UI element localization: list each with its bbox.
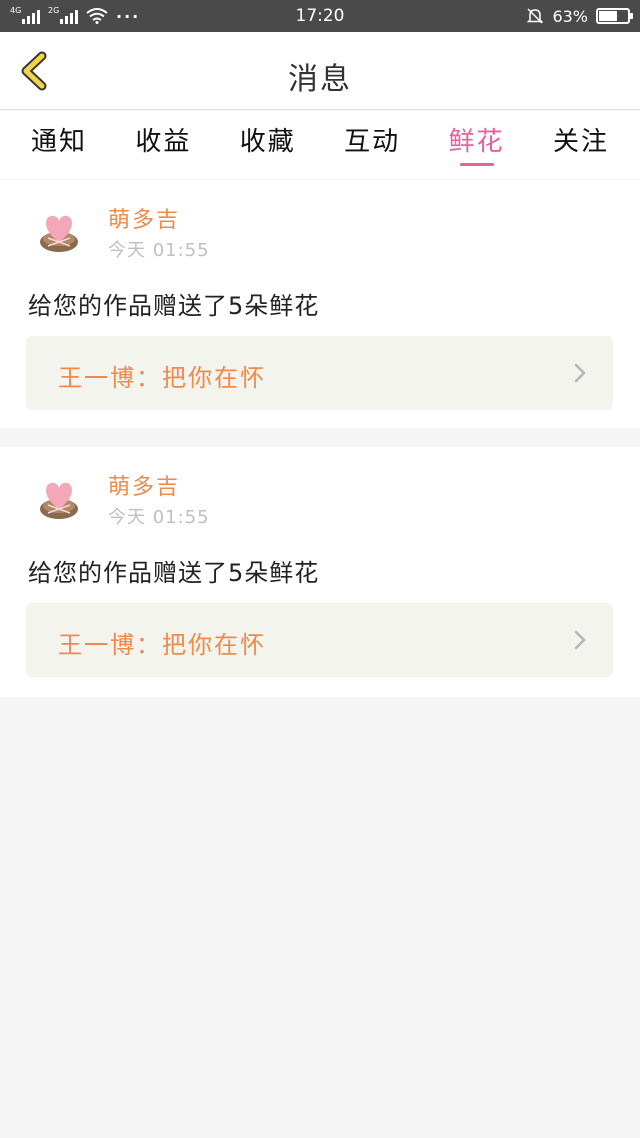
- signal-icon: 4G: [10, 6, 40, 24]
- tab-following[interactable]: 关注: [546, 111, 616, 179]
- notification-timestamp: 今天 01:55: [108, 507, 210, 528]
- work-title: 王一博：把你在怀: [58, 364, 266, 392]
- notification-card: 萌多吉 今天 01:55 给您的作品赠送了5朵鲜花 王一博：把你在怀: [0, 447, 640, 697]
- battery-percent: 63%: [552, 6, 588, 26]
- tab-interactions[interactable]: 互动: [337, 111, 407, 179]
- sender-username[interactable]: 萌多吉: [108, 202, 180, 234]
- notification-message: 给您的作品赠送了5朵鲜花: [28, 559, 320, 587]
- battery-icon: [596, 8, 633, 24]
- tab-earnings[interactable]: 收益: [128, 111, 198, 179]
- tab-flowers[interactable]: 鲜花: [442, 111, 512, 179]
- battery-fill: [599, 11, 617, 21]
- signal-icon: 2G: [48, 6, 78, 24]
- avatar[interactable]: [34, 473, 84, 523]
- tab-notifications[interactable]: 通知: [24, 111, 94, 179]
- sender-username[interactable]: 萌多吉: [108, 469, 180, 501]
- work-link[interactable]: 王一博：把你在怀: [26, 336, 613, 410]
- notification-timestamp: 今天 01:55: [108, 240, 210, 261]
- wifi-icon: [86, 8, 108, 24]
- app-header: 消息: [0, 32, 640, 110]
- bell-off-icon: [527, 8, 544, 24]
- status-left: 4G 2G ···: [10, 6, 526, 26]
- chevron-right-icon: [574, 363, 586, 383]
- page-title: 消息: [288, 62, 352, 97]
- work-link[interactable]: 王一博：把你在怀: [26, 603, 613, 677]
- work-title: 王一博：把你在怀: [58, 631, 266, 659]
- chevron-right-icon: [574, 630, 586, 650]
- notification-message: 给您的作品赠送了5朵鲜花: [28, 292, 320, 320]
- notification-card: 萌多吉 今天 01:55 给您的作品赠送了5朵鲜花 王一博：把你在怀: [0, 180, 640, 428]
- status-right: 63%: [526, 6, 633, 26]
- status-bar: 4G 2G ··· 17:20 63%: [0, 0, 640, 32]
- tab-favorites[interactable]: 收藏: [233, 111, 303, 179]
- network-type-label: 2G: [48, 6, 60, 15]
- more-notifications-icon: ···: [116, 6, 141, 26]
- message-tabs: 通知 收益 收藏 互动 鲜花 关注: [0, 111, 640, 179]
- network-type-label: 4G: [10, 6, 22, 15]
- avatar[interactable]: [34, 206, 84, 256]
